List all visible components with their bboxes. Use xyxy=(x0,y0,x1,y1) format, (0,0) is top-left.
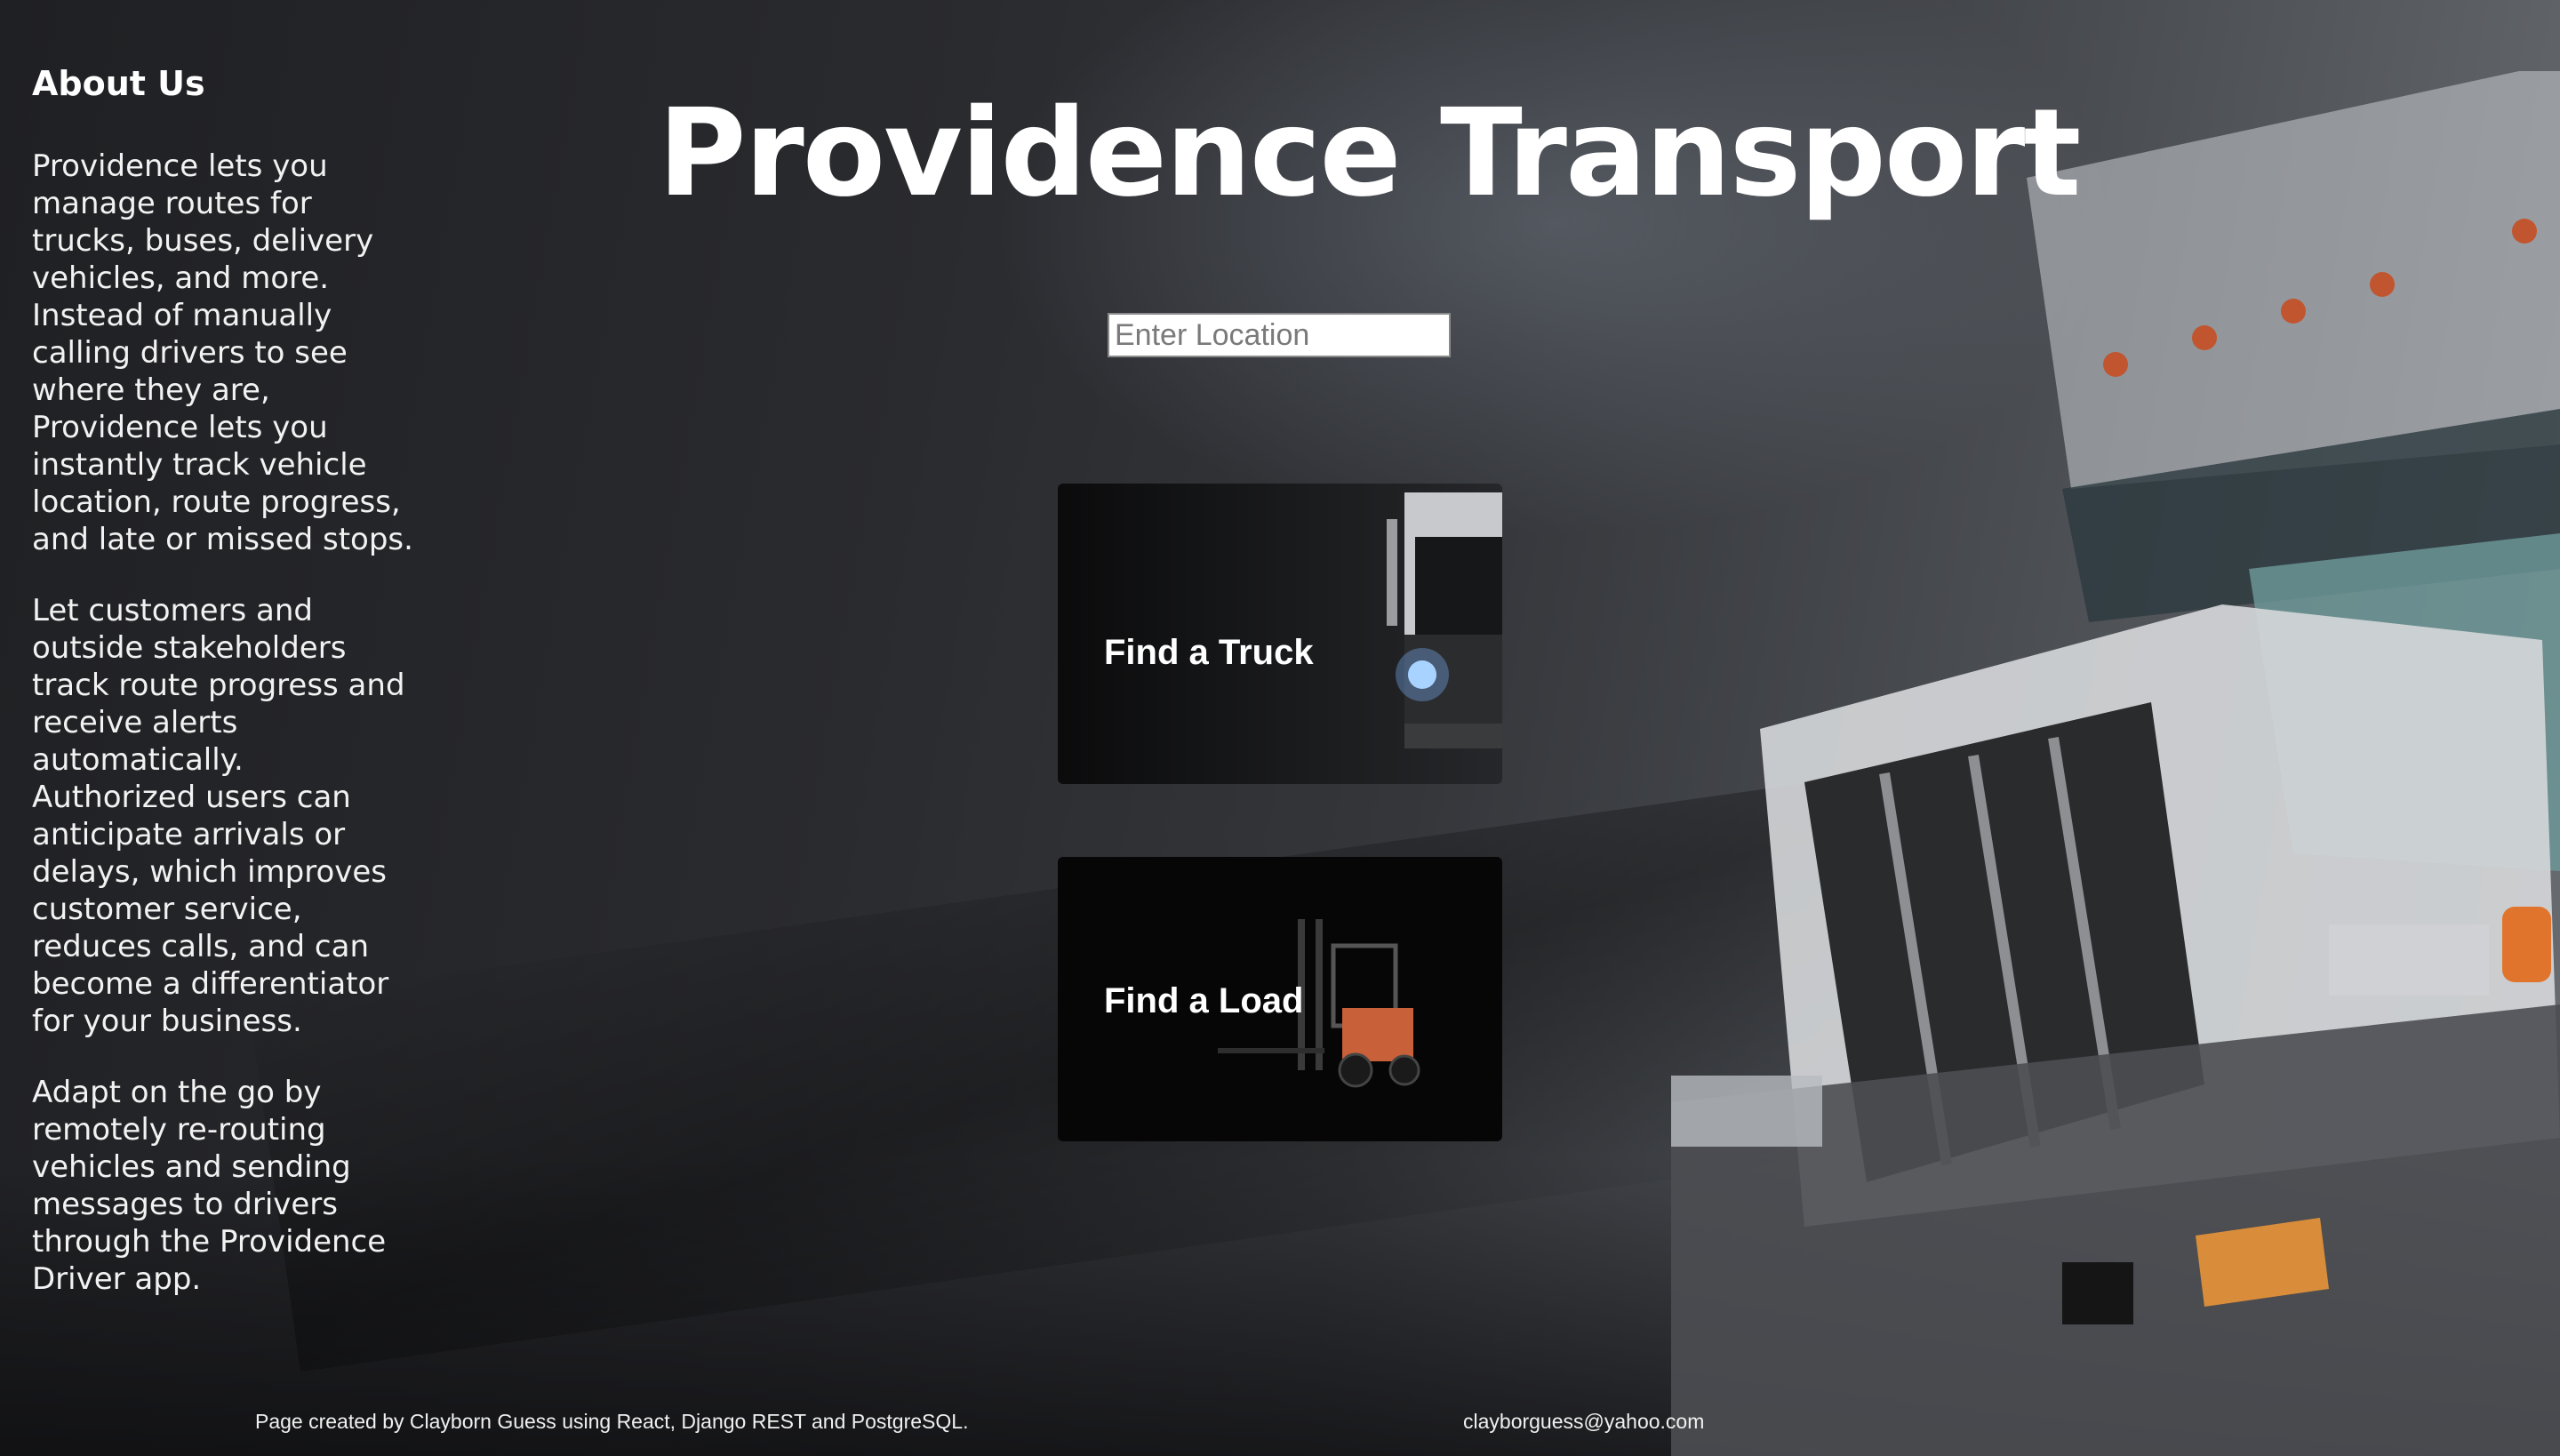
footer-email-link[interactable]: clayborguess@yahoo.com xyxy=(1463,1410,1704,1434)
find-truck-label: Find a Truck xyxy=(1104,633,1314,672)
find-load-label: Find a Load xyxy=(1104,981,1304,1020)
page-title: Providence Transport xyxy=(658,84,2081,224)
find-truck-card[interactable]: Find a Truck xyxy=(1058,484,1502,784)
find-load-card[interactable]: Find a Load xyxy=(1058,857,1502,1141)
background-truck-image xyxy=(1671,71,2560,1456)
footer-credit: Page created by Clayborn Guess using Rea… xyxy=(255,1410,969,1433)
about-us-section: About Us Providence lets you manage rout… xyxy=(32,64,414,1332)
about-paragraph-3: Adapt on the go by remotely re-routing v… xyxy=(32,1074,387,1297)
about-us-heading: About Us xyxy=(32,64,205,103)
truck-front-image xyxy=(1387,492,1502,748)
location-search-input[interactable] xyxy=(1108,313,1451,357)
about-paragraph-2: Let customers and outside stakeholders t… xyxy=(32,592,405,1039)
about-paragraph-1: Providence lets you manage routes for tr… xyxy=(32,148,413,557)
